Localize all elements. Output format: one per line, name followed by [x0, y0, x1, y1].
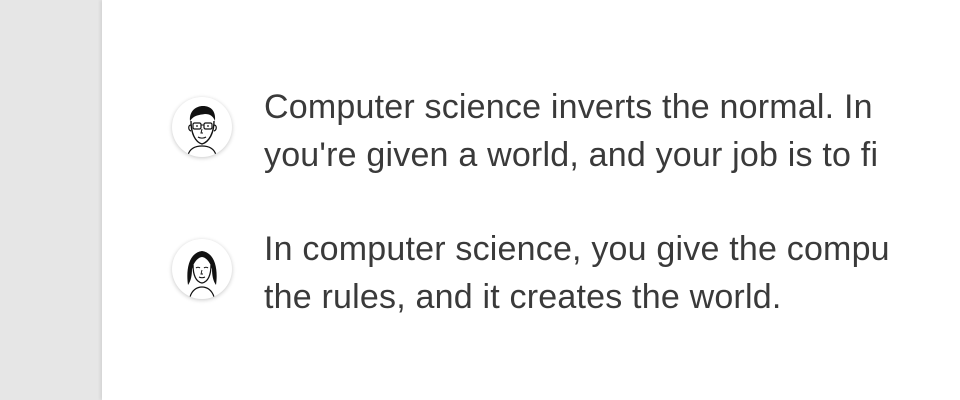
avatar — [172, 239, 232, 299]
man-with-glasses-avatar-icon — [187, 106, 217, 155]
woman-avatar-icon — [187, 251, 217, 297]
message-line: you're given a world, and your job is to… — [264, 136, 879, 174]
left-gutter — [0, 0, 100, 400]
message-line: the rules, and it creates the world. — [264, 278, 782, 316]
message-text: Computer science inverts the normal. In … — [264, 83, 878, 179]
conversation-panel: Computer science inverts the normal. In … — [102, 0, 960, 400]
message-line: Computer science inverts the normal. In — [264, 88, 873, 126]
message-line: In computer science, you give the compu — [264, 230, 890, 268]
avatar — [172, 97, 232, 157]
message-text: In computer science, you give the compu … — [264, 225, 890, 321]
message-1: Computer science inverts the normal. In … — [172, 83, 960, 179]
message-2: In computer science, you give the compu … — [172, 225, 960, 321]
